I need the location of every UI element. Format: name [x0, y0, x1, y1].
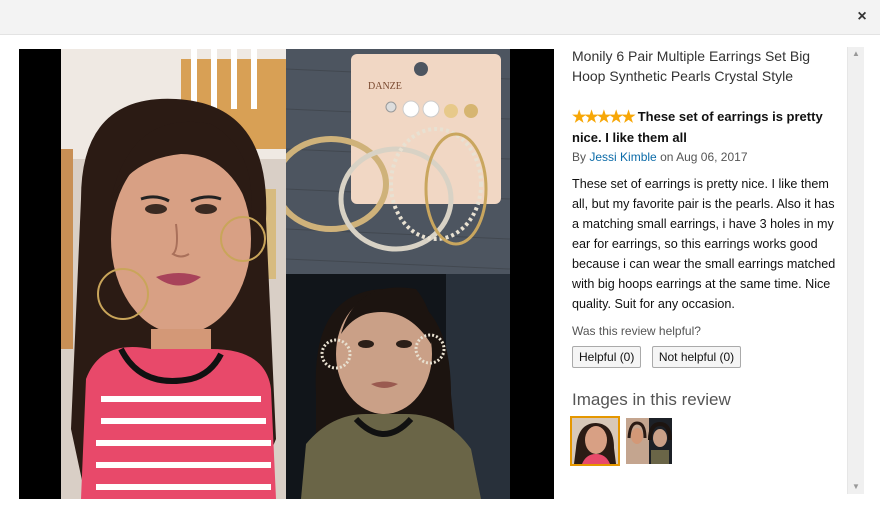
- earrings-product-photo: DANZE: [286, 49, 510, 274]
- brand-label: DANZE: [368, 81, 402, 92]
- earrings-card-illustration: DANZE: [286, 49, 510, 274]
- review-image-viewer: DANZE: [19, 49, 554, 499]
- close-icon[interactable]: ×: [852, 7, 872, 27]
- scroll-up-icon[interactable]: ▲: [848, 47, 864, 61]
- thumbnail-1-image: [572, 418, 618, 464]
- review-thumbnails: [570, 416, 844, 466]
- helpful-button[interactable]: Helpful (0): [572, 346, 642, 368]
- review-thumbnail[interactable]: [570, 416, 620, 466]
- star-icon: ★★★★★: [572, 109, 636, 126]
- woman-selfie2-illustration: [286, 274, 510, 499]
- by-prefix: By: [572, 150, 587, 164]
- dialog-header: ×: [0, 0, 880, 35]
- author-link[interactable]: Jessi Kimble: [589, 150, 656, 164]
- helpful-buttons: Helpful (0) Not helpful (0): [572, 346, 844, 368]
- review-scrollbar[interactable]: ▲ ▼: [847, 47, 864, 494]
- date-prefix: on: [660, 150, 674, 164]
- review-date: Aug 06, 2017: [676, 150, 748, 164]
- images-heading: Images in this review: [572, 390, 731, 409]
- review-headline-row: ★★★★★ These set of earrings is pretty nic…: [572, 107, 844, 148]
- review-thumbnail[interactable]: [626, 418, 673, 464]
- not-helpful-button[interactable]: Not helpful (0): [651, 346, 742, 368]
- helpful-question: Was this review helpful?: [572, 324, 701, 338]
- woman-selfie-illustration: [61, 49, 286, 499]
- scroll-down-icon[interactable]: ▼: [848, 480, 864, 494]
- woman-selfie-photo-right: [286, 274, 510, 499]
- product-title: Monily 6 Pair Multiple Earrings Set Big …: [572, 48, 811, 84]
- review-panel: Monily 6 Pair Multiple Earrings Set Big …: [570, 46, 844, 466]
- review-byline: By Jessi Kimble on Aug 06, 2017: [572, 148, 844, 166]
- woman-selfie-photo-left: [61, 49, 286, 499]
- thumbnail-2-image: [626, 418, 673, 464]
- review-body: These set of earrings is pretty nice. I …: [572, 177, 836, 311]
